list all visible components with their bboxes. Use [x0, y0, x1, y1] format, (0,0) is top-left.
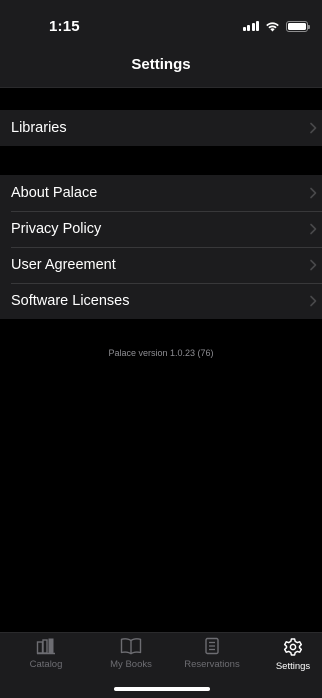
status-bar: 1:15 — [0, 0, 322, 44]
row-label: User Agreement — [11, 257, 116, 273]
settings-group-info: About Palace Privacy Policy User Agreeme… — [0, 175, 322, 319]
wifi-icon — [266, 21, 279, 31]
tab-settings[interactable]: Settings — [258, 637, 322, 672]
chevron-right-icon — [310, 122, 317, 134]
page-title: Settings — [131, 56, 191, 73]
settings-row-about[interactable]: About Palace — [0, 175, 322, 211]
tab-reservations[interactable]: Reservations — [177, 637, 247, 670]
version-text: Palace version 1.0.23 (76) — [108, 348, 214, 358]
row-label: Libraries — [11, 120, 67, 136]
tab-label: Reservations — [184, 659, 240, 670]
settings-row-software-licenses[interactable]: Software Licenses — [0, 283, 322, 319]
home-indicator[interactable] — [114, 687, 210, 691]
chevron-right-icon — [310, 259, 317, 271]
tab-my-books[interactable]: My Books — [96, 637, 166, 670]
chevron-right-icon — [310, 187, 317, 199]
chevron-right-icon — [310, 295, 317, 307]
reservations-icon — [205, 637, 219, 655]
tab-bar: Catalog My Books Reservations Settings — [0, 632, 322, 698]
tab-catalog[interactable]: Catalog — [11, 637, 81, 670]
settings-row-user-agreement[interactable]: User Agreement — [0, 247, 322, 283]
row-label: Privacy Policy — [11, 221, 102, 237]
gear-icon — [283, 638, 303, 656]
settings-row-privacy-policy[interactable]: Privacy Policy — [0, 211, 322, 247]
settings-row-libraries[interactable]: Libraries — [0, 110, 322, 146]
tab-label: Settings — [275, 661, 311, 672]
settings-group-libraries: Libraries — [0, 110, 322, 146]
cellular-signal-icon — [242, 21, 259, 31]
nav-bar: Settings — [0, 44, 322, 88]
status-icons — [242, 20, 310, 32]
battery-icon — [286, 20, 310, 32]
row-label: About Palace — [11, 185, 98, 201]
settings-screen: 1:15 Settings Libraries About Palace Pri… — [0, 0, 322, 698]
tab-label: My Books — [110, 659, 152, 670]
catalog-icon — [36, 638, 55, 655]
chevron-right-icon — [310, 223, 317, 235]
row-label: Software Licenses — [11, 293, 130, 309]
status-time: 1:15 — [49, 18, 80, 35]
tab-label: Catalog — [29, 659, 63, 670]
book-icon — [120, 638, 142, 655]
